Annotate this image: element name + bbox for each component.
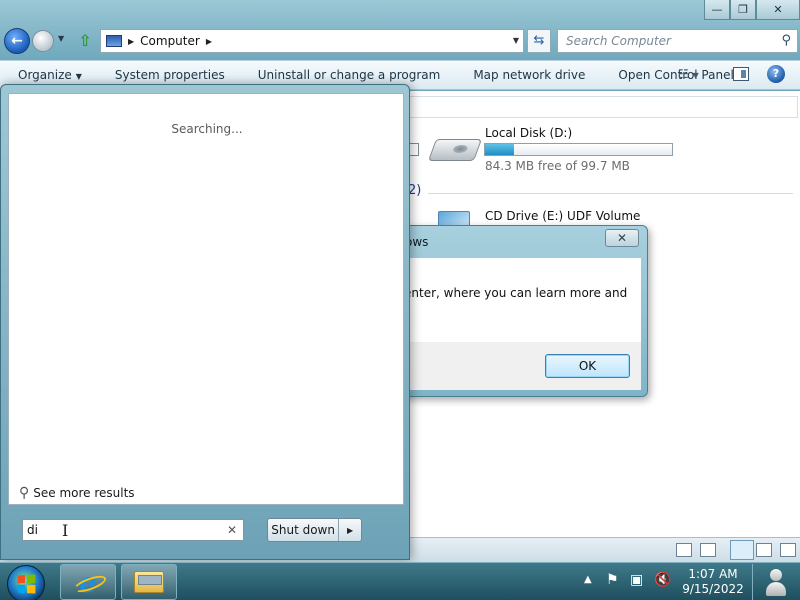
start-menu: Searching... ⚲ See more results ✕ I Shut…	[0, 84, 410, 560]
clock-time: 1:07 AM	[688, 567, 738, 581]
internet-explorer-icon: e	[79, 565, 97, 599]
maximize-button[interactable]: ❐	[730, 0, 756, 20]
shutdown-options-arrow-icon[interactable]: ▶	[339, 526, 361, 535]
show-hidden-icons-icon[interactable]: ▲	[584, 574, 592, 585]
organize-label: Organize	[18, 68, 72, 82]
drive-free-space: 84.3 MB free of 99.7 MB	[485, 159, 630, 173]
search-icon[interactable]: ⚲	[781, 33, 791, 48]
hard-drive-icon	[427, 139, 483, 161]
recent-pages-dropdown[interactable]: ▼	[58, 34, 64, 43]
dialog-message: enter, where you can learn more and	[404, 286, 628, 300]
drive-name: CD Drive (E:) UDF Volume	[485, 209, 641, 223]
help-button[interactable]: ?	[767, 65, 785, 83]
chevron-down-icon: ▼	[75, 72, 82, 81]
up-level-button[interactable]: ⇧	[76, 31, 94, 51]
open-control-panel-button[interactable]: Open Control Panel	[600, 68, 748, 82]
see-more-results-link[interactable]: ⚲ See more results	[19, 485, 135, 501]
map-network-drive-button[interactable]: Map network drive	[455, 68, 600, 82]
item-checkbox[interactable]	[409, 143, 419, 156]
preview-pane-button[interactable]	[733, 67, 749, 81]
window-controls: — ❐ ✕	[704, 0, 800, 20]
dual-pane-icon[interactable]	[780, 543, 796, 557]
volume-muted-icon[interactable]: 🔇	[654, 572, 671, 588]
thumbnail-view-icon[interactable]	[700, 543, 716, 557]
start-button[interactable]	[7, 565, 45, 600]
start-search-box[interactable]: ✕	[22, 519, 244, 541]
shutdown-button-group: Shut down ▶	[267, 518, 362, 542]
action-center-flag-icon[interactable]: ⚑	[606, 572, 619, 588]
breadcrumb-separator-icon[interactable]: ▶	[128, 37, 134, 46]
explorer-search-box[interactable]: ⚲	[557, 29, 798, 53]
searching-status: Searching...	[171, 122, 243, 136]
system-properties-button[interactable]: System properties	[97, 68, 240, 82]
address-dropdown-icon[interactable]: ▼	[513, 36, 519, 45]
group-count[interactable]: 2)	[408, 183, 421, 198]
magnifier-icon: ⚲	[19, 485, 30, 501]
computer-icon	[106, 35, 122, 47]
taskbar-internet-explorer[interactable]: e	[60, 564, 116, 600]
panel-layout-icon[interactable]	[756, 543, 772, 557]
shutdown-button[interactable]: Shut down	[268, 519, 340, 541]
breadcrumb-separator-icon[interactable]: ▶	[206, 37, 212, 46]
search-results-panel: Searching... ⚲ See more results	[8, 93, 404, 505]
window-layout-icon[interactable]	[730, 540, 754, 560]
close-window-button[interactable]: ✕	[756, 0, 800, 20]
help-icon: ?	[772, 67, 780, 80]
text-cursor-icon: I	[62, 521, 69, 540]
start-search-input[interactable]	[27, 523, 217, 537]
address-bar[interactable]: ▶ Computer ▶ ▼	[100, 29, 524, 53]
taskbar-windows-explorer[interactable]	[121, 564, 177, 600]
drive-usage-fill	[485, 144, 514, 155]
column-header-strip	[408, 96, 798, 118]
drive-usage-bar	[484, 143, 673, 156]
navigation-bar: ← ▼ ⇧ ▶ Computer ▶ ▼ ⇆ ⚲	[0, 26, 800, 56]
chevron-down-icon: ▼	[692, 71, 699, 80]
forward-button[interactable]	[32, 30, 54, 52]
refresh-button[interactable]: ⇆	[527, 29, 551, 53]
message-dialog: ows ✕ enter, where you can learn more an…	[396, 225, 648, 397]
show-desktop-area[interactable]	[752, 564, 798, 600]
system-clock[interactable]: 1:07 AM 9/15/2022	[678, 567, 748, 597]
user-icon	[765, 567, 787, 597]
dialog-close-button[interactable]: ✕	[605, 229, 639, 247]
see-more-results-label: See more results	[33, 486, 135, 500]
drive-local-disk-d[interactable]: Local Disk (D:) 84.3 MB free of 99.7 MB	[427, 125, 690, 175]
organize-menu[interactable]: Organize ▼	[0, 68, 97, 82]
dialog-body: enter, where you can learn more and	[404, 258, 641, 342]
uninstall-program-button[interactable]: Uninstall or change a program	[240, 68, 456, 82]
refresh-icon: ⇆	[533, 33, 545, 48]
details-view-icon[interactable]	[676, 543, 692, 557]
windows-logo-icon	[17, 574, 36, 594]
arrow-left-icon: ←	[11, 33, 23, 49]
breadcrumb-computer[interactable]: Computer	[140, 34, 200, 48]
view-options-icon: ☷	[678, 67, 689, 81]
network-icon[interactable]: ▣	[630, 572, 643, 588]
back-button[interactable]: ←	[4, 28, 30, 54]
clear-search-icon[interactable]: ✕	[227, 523, 237, 537]
clock-date: 9/15/2022	[682, 582, 744, 596]
ok-button[interactable]: OK	[545, 354, 630, 378]
dialog-footer: OK	[404, 342, 641, 390]
taskbar: e ▲ ⚑ ▣ 🔇 1:07 AM 9/15/2022	[0, 562, 800, 600]
explorer-search-input[interactable]	[566, 34, 766, 48]
change-view-button[interactable]: ☷ ▼	[678, 67, 699, 81]
group-divider	[428, 193, 793, 194]
arrow-up-icon: ⇧	[78, 31, 92, 50]
windows-explorer-icon	[134, 571, 164, 593]
drive-name: Local Disk (D:)	[485, 126, 573, 140]
minimize-button[interactable]: —	[704, 0, 730, 20]
